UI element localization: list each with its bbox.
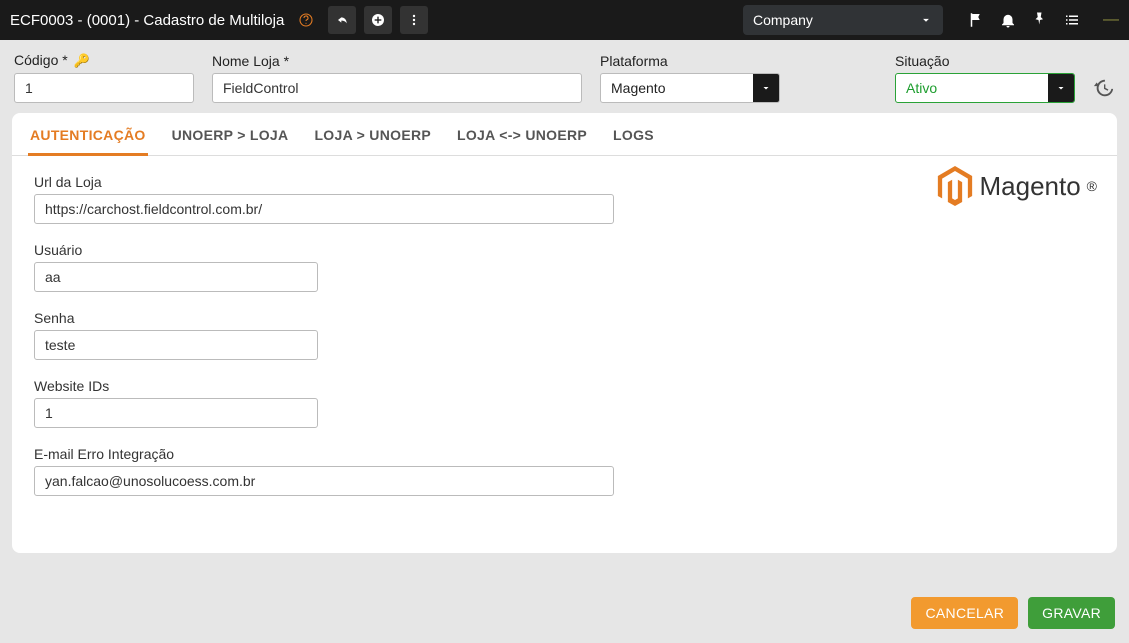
- back-icon[interactable]: [328, 6, 356, 34]
- cancel-button[interactable]: CANCELAR: [911, 597, 1018, 629]
- field-situacao: Situação Ativo: [895, 53, 1075, 103]
- url-input[interactable]: [34, 194, 614, 224]
- history-icon[interactable]: [1093, 73, 1115, 103]
- email-label: E-mail Erro Integração: [34, 446, 1095, 462]
- website-label: Website IDs: [34, 378, 1095, 394]
- tab-logs[interactable]: LOGS: [611, 113, 656, 155]
- row-usuario: Usuário: [34, 242, 1095, 292]
- status-indicator: —: [1103, 11, 1119, 29]
- bell-icon[interactable]: [999, 11, 1017, 29]
- situacao-value: Ativo: [896, 74, 1048, 102]
- chevron-down-icon: [919, 13, 933, 27]
- footer-actions: CANCELAR GRAVAR: [911, 597, 1115, 629]
- website-input[interactable]: [34, 398, 318, 428]
- nomeloja-input[interactable]: [212, 73, 582, 103]
- page-title: ECF0003 - (0001) - Cadastro de Multiloja: [10, 12, 284, 29]
- help-icon[interactable]: [292, 6, 320, 34]
- tab-body: Magento® Url da Loja Usuário Senha Websi…: [12, 156, 1117, 532]
- chevron-down-icon: [1048, 74, 1074, 102]
- field-nomeloja: Nome Loja *: [212, 53, 582, 103]
- list-icon[interactable]: [1063, 11, 1081, 29]
- url-label: Url da Loja: [34, 174, 1095, 190]
- email-input[interactable]: [34, 466, 614, 496]
- usuario-input[interactable]: [34, 262, 318, 292]
- tab-unoerp-loja[interactable]: UNOERP > LOJA: [170, 113, 291, 155]
- codigo-label: Código * 🔑: [14, 52, 194, 69]
- tab-loja-bi-unoerp[interactable]: LOJA <-> UNOERP: [455, 113, 589, 155]
- usuario-label: Usuário: [34, 242, 1095, 258]
- options-icon[interactable]: [400, 6, 428, 34]
- form-card: AUTENTICAÇÃO UNOERP > LOJA LOJA > UNOERP…: [12, 113, 1117, 553]
- flag-icon[interactable]: [967, 11, 985, 29]
- header-form: Código * 🔑 Nome Loja * Plataforma Magent…: [0, 40, 1129, 107]
- senha-input[interactable]: [34, 330, 318, 360]
- tab-loja-unoerp[interactable]: LOJA > UNOERP: [312, 113, 433, 155]
- tab-autenticacao[interactable]: AUTENTICAÇÃO: [28, 113, 148, 156]
- company-select-value: Company: [753, 12, 813, 28]
- pin-icon[interactable]: [1031, 11, 1049, 29]
- situacao-label: Situação: [895, 53, 1075, 69]
- row-website: Website IDs: [34, 378, 1095, 428]
- save-button[interactable]: GRAVAR: [1028, 597, 1115, 629]
- row-email: E-mail Erro Integração: [34, 446, 1095, 496]
- add-icon[interactable]: [364, 6, 392, 34]
- row-senha: Senha: [34, 310, 1095, 360]
- magento-logo-text: Magento: [979, 171, 1080, 202]
- topbar-right-icons: —: [967, 11, 1119, 29]
- tabs: AUTENTICAÇÃO UNOERP > LOJA LOJA > UNOERP…: [12, 113, 1117, 156]
- row-url: Url da Loja: [34, 174, 1095, 224]
- senha-label: Senha: [34, 310, 1095, 326]
- magento-icon: [937, 166, 973, 206]
- magento-logo: Magento®: [937, 166, 1097, 206]
- key-icon: 🔑: [74, 53, 90, 68]
- company-select[interactable]: Company: [743, 5, 943, 35]
- plataforma-label: Plataforma: [600, 53, 780, 69]
- situacao-select[interactable]: Ativo: [895, 73, 1075, 103]
- plataforma-value: Magento: [601, 74, 753, 102]
- nomeloja-label: Nome Loja *: [212, 53, 582, 69]
- field-plataforma: Plataforma Magento: [600, 53, 780, 103]
- field-codigo: Código * 🔑: [14, 52, 194, 103]
- chevron-down-icon: [753, 74, 779, 102]
- top-bar: ECF0003 - (0001) - Cadastro de Multiloja…: [0, 0, 1129, 40]
- plataforma-select[interactable]: Magento: [600, 73, 780, 103]
- codigo-input[interactable]: [14, 73, 194, 103]
